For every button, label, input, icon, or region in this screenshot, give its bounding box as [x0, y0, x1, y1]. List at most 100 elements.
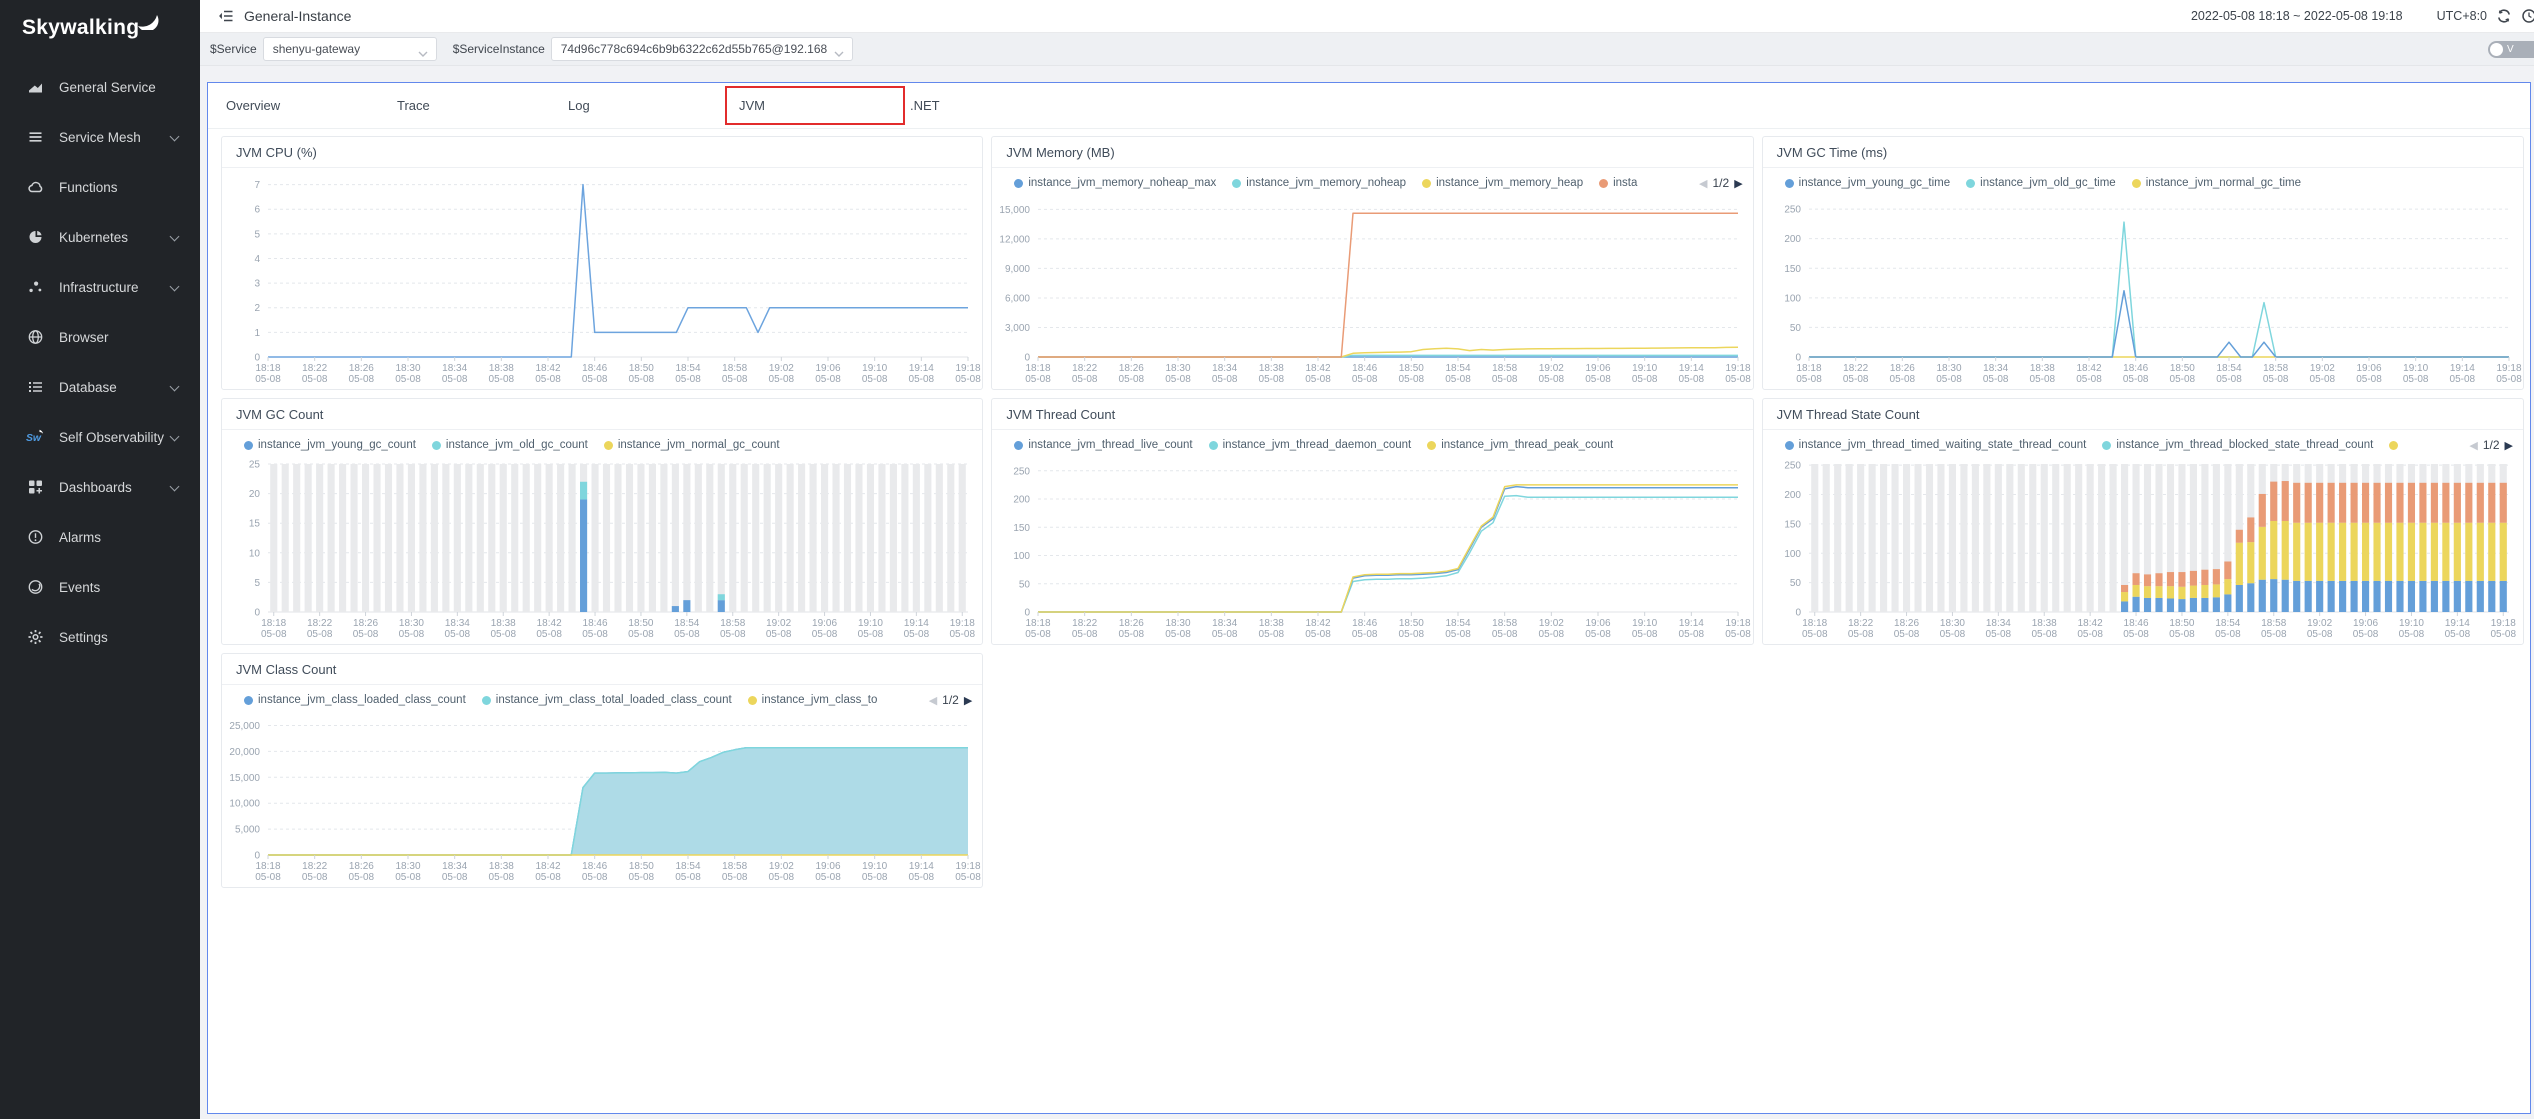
- sidebar-item-service-mesh[interactable]: Service Mesh: [0, 112, 200, 162]
- svg-text:20,000: 20,000: [229, 747, 260, 758]
- svg-text:18:5805-08: 18:5805-08: [720, 618, 746, 640]
- legend-dot-icon: [482, 696, 491, 705]
- refresh-icon[interactable]: [2496, 8, 2512, 24]
- legend-prev-icon[interactable]: ◀: [1699, 177, 1707, 190]
- legend-item[interactable]: instance_jvm_thread_peak_count: [1427, 439, 1613, 451]
- chart-canvas: 05010015020025018:1805-0818:2205-0818:26…: [992, 456, 1752, 644]
- service-select[interactable]: shenyu-gateway: [263, 37, 437, 61]
- svg-text:15,000: 15,000: [229, 773, 260, 784]
- events-icon: [26, 579, 44, 595]
- tab-label: Trace: [397, 98, 430, 113]
- chart-card-jvm-gc-count: JVM GC Countinstance_jvm_young_gc_counti…: [221, 398, 983, 645]
- timezone-label[interactable]: UTC+8:0: [2437, 9, 2487, 23]
- svg-text:6,000: 6,000: [1005, 293, 1030, 304]
- legend-next-icon[interactable]: ▶: [2505, 439, 2513, 452]
- legend-item[interactable]: instance_jvm_class_to: [748, 694, 878, 706]
- sidebar-item-settings[interactable]: Settings: [0, 612, 200, 662]
- legend-item[interactable]: instance_jvm_old_gc_count: [432, 439, 588, 451]
- legend-label: instance_jvm_old_gc_time: [1980, 177, 2116, 189]
- sidebar-item-dashboards[interactable]: Dashboards: [0, 462, 200, 512]
- legend-item[interactable]: instance_jvm_class_loaded_class_count: [244, 694, 466, 706]
- legend-item[interactable]: instance_jvm_young_gc_time: [1785, 177, 1951, 189]
- legend-prev-icon[interactable]: ◀: [2469, 439, 2477, 452]
- legend-dot-icon: [748, 696, 757, 705]
- toggle-label: V: [2507, 44, 2514, 55]
- legend-label: insta: [1613, 177, 1637, 189]
- svg-text:18:3405-08: 18:3405-08: [1985, 618, 2011, 640]
- tab-label: JVM: [739, 98, 765, 113]
- svg-text:19:1805-08: 19:1805-08: [1726, 363, 1752, 385]
- tab-label: Overview: [226, 98, 280, 113]
- self-observability-icon: Sw: [26, 429, 44, 445]
- chart-canvas: 05010015020025018:1805-0818:2205-0818:26…: [1763, 194, 2523, 389]
- svg-text:18:4605-08: 18:4605-08: [582, 363, 608, 385]
- sidebar-item-events[interactable]: Events: [0, 562, 200, 612]
- svg-text:5: 5: [254, 578, 260, 589]
- settings-icon: [26, 629, 44, 645]
- legend-dot-icon: [1232, 179, 1241, 188]
- time-range[interactable]: 2022-05-08 18:18 ~ 2022-05-08 19:18: [2191, 9, 2403, 23]
- sidebar-item-infrastructure[interactable]: Infrastructure: [0, 262, 200, 312]
- svg-text:18:1805-08: 18:1805-08: [255, 861, 281, 883]
- instance-select[interactable]: 74d96c778c694c6b9b6322c62d55b765@192.168: [551, 37, 853, 61]
- clock-icon[interactable]: [2521, 8, 2534, 24]
- legend-item[interactable]: [2389, 441, 2403, 450]
- svg-text:19:1405-08: 19:1405-08: [2449, 363, 2475, 385]
- tab-jvm[interactable]: JVM: [739, 83, 910, 128]
- svg-text:18:5405-08: 18:5405-08: [675, 363, 701, 385]
- svg-text:1: 1: [254, 328, 260, 339]
- legend-item[interactable]: instance_jvm_memory_heap: [1422, 177, 1583, 189]
- legend-item[interactable]: instance_jvm_young_gc_count: [244, 439, 416, 451]
- sidebar-item-functions[interactable]: Functions: [0, 162, 200, 212]
- svg-text:19:1005-08: 19:1005-08: [862, 861, 888, 883]
- legend-prev-icon[interactable]: ◀: [929, 694, 937, 707]
- svg-text:9,000: 9,000: [1005, 264, 1030, 275]
- sidebar-item-label: Database: [59, 380, 117, 395]
- sidebar-item-general-service[interactable]: General Service: [0, 62, 200, 112]
- legend-item[interactable]: instance_jvm_thread_timed_waiting_state_…: [1785, 439, 2087, 451]
- svg-text:18:5405-08: 18:5405-08: [2216, 363, 2242, 385]
- chart-canvas: 05010015020025018:1805-0818:2205-0818:26…: [1763, 456, 2523, 644]
- legend-item[interactable]: instance_jvm_memory_noheap: [1232, 177, 1406, 189]
- chart-plot: 0123456718:1805-0818:2205-0818:2605-0818…: [222, 168, 982, 389]
- sidebar-item-database[interactable]: Database: [0, 362, 200, 412]
- logo-swoosh-icon: [137, 12, 159, 36]
- legend-item[interactable]: instance_jvm_thread_live_count: [1014, 439, 1192, 451]
- tab-log[interactable]: Log: [568, 83, 739, 128]
- legend-item[interactable]: instance_jvm_class_total_loaded_class_co…: [482, 694, 732, 706]
- svg-text:50: 50: [1790, 323, 1802, 334]
- sidebar-item-label: Settings: [59, 630, 108, 645]
- legend-item[interactable]: insta: [1599, 177, 1637, 189]
- legend-dot-icon: [244, 441, 253, 450]
- sidebar-item-self-observability[interactable]: SwSelf Observability: [0, 412, 200, 462]
- edit-mode-toggle[interactable]: V: [2488, 41, 2534, 58]
- legend-page-indicator: 1/2: [2483, 438, 2500, 452]
- legend-dot-icon: [432, 441, 441, 450]
- legend-item[interactable]: instance_jvm_thread_blocked_state_thread…: [2102, 439, 2373, 451]
- legend-item[interactable]: instance_jvm_memory_noheap_max: [1014, 177, 1216, 189]
- svg-text:150: 150: [1784, 519, 1801, 530]
- svg-text:18:5405-08: 18:5405-08: [2215, 618, 2241, 640]
- svg-text:18:4205-08: 18:4205-08: [535, 363, 561, 385]
- tab-trace[interactable]: Trace: [397, 83, 568, 128]
- svg-text:12,000: 12,000: [1000, 234, 1031, 245]
- tab-net[interactable]: .NET: [910, 83, 1081, 128]
- menu-fold-icon[interactable]: [217, 8, 234, 24]
- svg-text:18:2605-08: 18:2605-08: [349, 363, 375, 385]
- legend-next-icon[interactable]: ▶: [964, 694, 972, 707]
- legend-next-icon[interactable]: ▶: [1734, 177, 1742, 190]
- legend-item[interactable]: instance_jvm_normal_gc_time: [2132, 177, 2301, 189]
- tab-overview[interactable]: Overview: [226, 83, 397, 128]
- legend-item[interactable]: instance_jvm_normal_gc_count: [604, 439, 780, 451]
- svg-text:18:3405-08: 18:3405-08: [1212, 363, 1238, 385]
- chart-plot: 05,00010,00015,00020,00025,00018:1805-08…: [222, 711, 982, 887]
- sidebar-item-kubernetes[interactable]: Kubernetes: [0, 212, 200, 262]
- legend-item[interactable]: instance_jvm_old_gc_time: [1966, 177, 2116, 189]
- svg-text:19:0205-08: 19:0205-08: [2307, 618, 2333, 640]
- legend-item[interactable]: instance_jvm_thread_daemon_count: [1209, 439, 1412, 451]
- skywalking-logo: Skywalking: [0, 0, 200, 40]
- sidebar-item-alarms[interactable]: Alarms: [0, 512, 200, 562]
- svg-text:18:1805-08: 18:1805-08: [1802, 618, 1828, 640]
- toggle-knob: [2490, 43, 2503, 56]
- sidebar-item-browser[interactable]: Browser: [0, 312, 200, 362]
